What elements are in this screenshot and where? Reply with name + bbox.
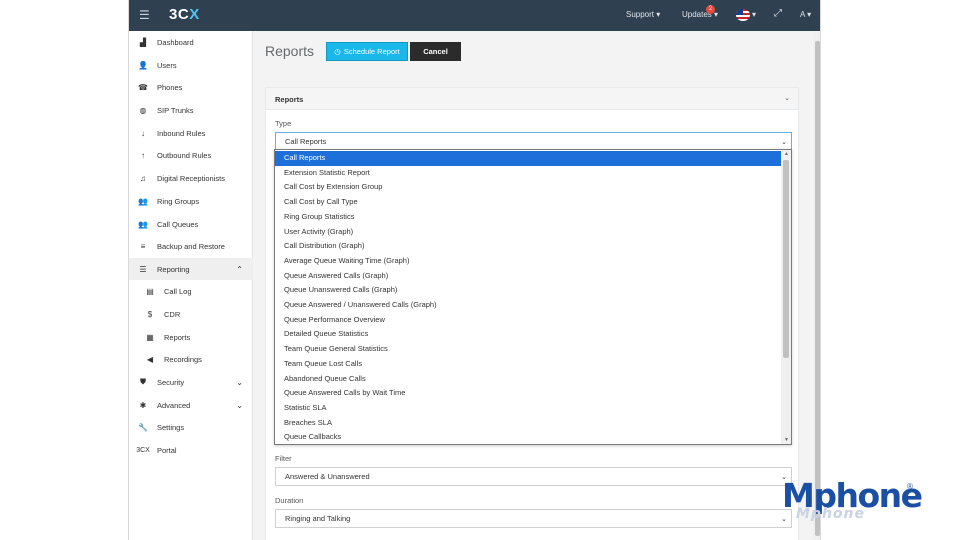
clock-icon: ◷ <box>334 47 341 56</box>
sidebar-item-cdr[interactable]: $ CDR <box>129 303 253 325</box>
dropdown-option[interactable]: Call Reports <box>275 151 783 166</box>
sidebar-item-recordings[interactable]: ◀ Recordings <box>129 348 253 370</box>
dropdown-option[interactable]: Extension Statistic Report <box>275 166 783 181</box>
dropdown-option[interactable]: Queue Callbacks <box>275 430 783 444</box>
group-icon: 👥 <box>138 196 148 206</box>
sidebar-item-digital-receptionists[interactable]: ♫ Digital Receptionists <box>129 167 253 189</box>
list-icon: ☰ <box>139 264 147 274</box>
dropdown-option[interactable]: Detailed Queue Statistics <box>275 327 783 342</box>
panel-header[interactable]: Reports ⌄ <box>266 88 798 110</box>
sidebar: ▟ Dashboard 👤 Users ☎ Phones ◍ SIP Trunks ↓ I… <box>129 31 253 540</box>
chevron-down-icon: ⌄ <box>781 138 787 146</box>
sidebar-item-users[interactable]: 👤 Users <box>129 54 253 76</box>
mphone-logo-reflection: Mphone <box>796 506 865 522</box>
wrench-icon: 🔧 <box>138 422 148 432</box>
chevron-down-icon[interactable]: ⌄ <box>236 401 243 410</box>
dropdown-option[interactable]: Team Queue Lost Calls <box>275 357 783 372</box>
arrow-up-icon: ↑ <box>141 150 145 160</box>
sidebar-item-dashboard[interactable]: ▟ Dashboard <box>129 31 253 53</box>
dropdown-option[interactable]: Call Cost by Call Type <box>275 195 783 210</box>
page-scrollbar[interactable] <box>813 31 820 540</box>
chevron-down-icon: ⌄ <box>781 515 787 523</box>
registered-mark: ® <box>907 482 913 491</box>
language-caret[interactable]: ▾ <box>752 10 756 19</box>
dropdown-option[interactable]: User Activity (Graph) <box>275 225 783 240</box>
dropdown-option[interactable]: Call Cost by Extension Group <box>275 180 783 195</box>
sidebar-item-settings[interactable]: 🔧 Settings <box>129 416 253 438</box>
dropdown-option[interactable]: Queue Performance Overview <box>275 313 783 328</box>
dropdown-option[interactable]: Queue Answered Calls by Wait Time <box>275 386 783 401</box>
dropdown-option[interactable]: Breaches SLA <box>275 416 783 431</box>
log-icon: ▤ <box>146 286 154 296</box>
sidebar-item-reports[interactable]: ▦ Reports <box>129 326 253 348</box>
sidebar-item-sip-trunks[interactable]: ◍ SIP Trunks <box>129 99 253 121</box>
updates-badge: 2 <box>706 5 715 14</box>
sidebar-item-call-log[interactable]: ▤ Call Log <box>129 280 253 302</box>
dropdown-option[interactable]: Queue Answered Calls (Graph) <box>275 269 783 284</box>
dropdown-option[interactable]: Statistic SLA <box>275 401 783 416</box>
dropdown-option[interactable]: Call Distribution (Graph) <box>275 239 783 254</box>
user-menu[interactable]: A ▾ <box>800 10 811 19</box>
schedule-report-button[interactable]: ◷ Schedule Report <box>326 42 408 61</box>
dropdown-option[interactable]: Queue Answered / Unanswered Calls (Graph… <box>275 298 783 313</box>
chevron-down-icon[interactable]: ⌄ <box>236 378 243 387</box>
sidebar-item-ring-groups[interactable]: 👥 Ring Groups <box>129 190 253 212</box>
globe-icon: ◍ <box>139 105 147 115</box>
chevron-down-icon[interactable]: ⌄ <box>784 94 790 102</box>
dropdown-option[interactable]: Team Queue General Statistics <box>275 342 783 357</box>
sidebar-item-phones[interactable]: ☎ Phones <box>129 76 253 98</box>
dropdown-scroll-thumb[interactable] <box>783 160 789 358</box>
type-label: Type <box>275 119 292 128</box>
hamburger-icon[interactable]: ☰ <box>139 8 150 22</box>
sidebar-item-reporting[interactable]: ☰ Reporting ⌃ <box>129 258 253 280</box>
support-menu[interactable]: Support ▾ <box>626 10 660 19</box>
filter-select[interactable]: Answered & Unanswered ⌄ <box>275 467 792 486</box>
dropdown-scrollbar[interactable]: ▲ ▼ <box>781 150 791 444</box>
dropdown-option[interactable]: Queue Unanswered Calls (Graph) <box>275 283 783 298</box>
page-scroll-thumb[interactable] <box>815 41 820 536</box>
cancel-button[interactable]: Cancel <box>410 42 461 61</box>
dropdown-option[interactable]: Ring Group Statistics <box>275 210 783 225</box>
phone-icon: ☎ <box>138 82 148 92</box>
sidebar-item-advanced[interactable]: ✱ Advanced ⌄ <box>129 394 253 416</box>
duration-label: Duration <box>275 496 304 505</box>
filter-label: Filter <box>275 454 292 463</box>
dropdown-option[interactable]: Abandoned Queue Calls <box>275 372 783 387</box>
top-bar: ☰ 3CX Support ▾ Updates ▾ 2 ▾ ⤢ A ▾ <box>129 0 820 31</box>
chevron-up-icon[interactable]: ⌃ <box>236 265 243 274</box>
us-flag-icon[interactable] <box>736 9 750 21</box>
cog-icon: ✱ <box>139 400 147 410</box>
panel-title: Reports <box>275 95 304 104</box>
fullscreen-icon[interactable]: ⤢ <box>774 8 782 19</box>
database-icon: ≡ <box>140 241 146 251</box>
scroll-down-icon[interactable]: ▼ <box>784 437 789 443</box>
3cx-icon: 3CX <box>136 446 150 454</box>
dropdown-option[interactable]: Average Queue Waiting Time (Graph) <box>275 254 783 269</box>
reports-icon: ▦ <box>146 332 154 342</box>
duration-select[interactable]: Ringing and Talking ⌄ <box>275 509 792 528</box>
sidebar-item-portal[interactable]: 3CX Portal <box>129 439 253 461</box>
user-icon: 👤 <box>138 60 148 70</box>
type-dropdown-list[interactable]: Call Reports Extension Statistic Report … <box>274 149 792 445</box>
scroll-up-icon[interactable]: ▲ <box>784 151 789 157</box>
shield-icon: ⛊ <box>140 377 146 386</box>
dollar-icon: $ <box>147 309 153 319</box>
sidebar-item-backup-restore[interactable]: ≡ Backup and Restore <box>129 235 253 257</box>
headset-icon: ♫ <box>140 173 146 183</box>
bar-chart-icon: ▟ <box>139 37 147 47</box>
speaker-icon: ◀ <box>146 354 154 364</box>
page-title: Reports <box>265 43 315 59</box>
sidebar-item-outbound-rules[interactable]: ↑ Outbound Rules <box>129 144 253 166</box>
sidebar-item-inbound-rules[interactable]: ↓ Inbound Rules <box>129 122 253 144</box>
queue-icon: 👥 <box>138 219 148 229</box>
arrow-down-icon: ↓ <box>141 128 145 138</box>
3cx-logo[interactable]: 3CX <box>169 6 200 23</box>
sidebar-item-call-queues[interactable]: 👥 Call Queues <box>129 213 253 235</box>
app-window: ☰ 3CX Support ▾ Updates ▾ 2 ▾ ⤢ A ▾ ▟ Das… <box>128 0 821 540</box>
sidebar-item-security[interactable]: ⛊ Security ⌄ <box>129 371 253 393</box>
